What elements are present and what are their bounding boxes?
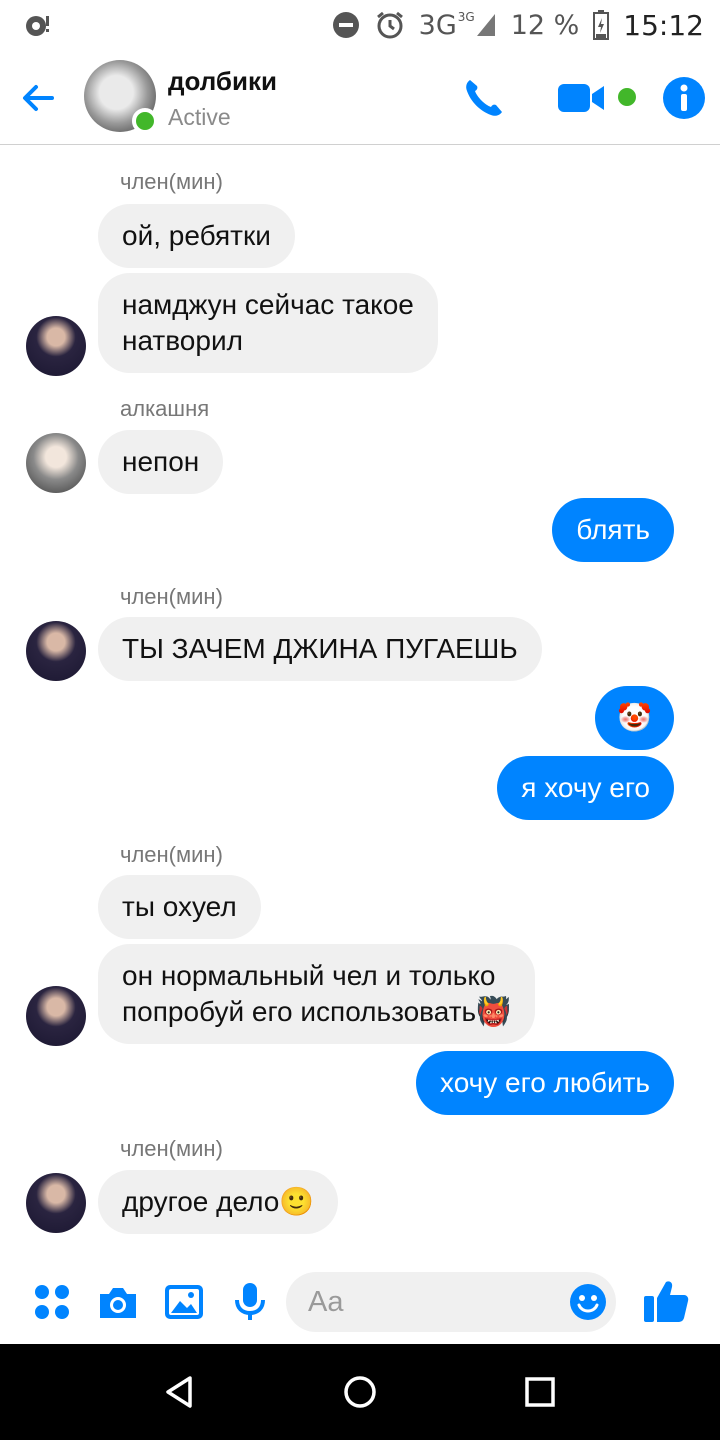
info-icon[interactable] [662, 76, 706, 120]
avatar[interactable] [26, 316, 86, 376]
video-icon[interactable] [556, 80, 606, 116]
outgoing-message[interactable]: я хочу его [497, 756, 674, 820]
message-text: другое дело [122, 1186, 280, 1217]
message-line: он нормальный чел и только [122, 960, 496, 991]
message-input[interactable]: Aa [286, 1272, 616, 1332]
composer-bar: Aa [0, 1262, 720, 1344]
network-indicator: 3G 3G [419, 10, 497, 41]
status-bar: 3G 3G 12 % 15:12 [0, 0, 720, 50]
home-nav-icon[interactable] [340, 1372, 380, 1412]
system-nav-bar [0, 1344, 720, 1440]
incoming-message[interactable]: намджун сейчас такое натворил [98, 273, 438, 373]
microphone-icon[interactable] [228, 1280, 272, 1324]
battery-icon [593, 10, 610, 40]
avatar[interactable] [26, 433, 86, 493]
conversation-status: Active [168, 104, 231, 130]
incoming-message[interactable]: непон [98, 430, 224, 494]
sender-name: алкашня [120, 396, 210, 421]
like-icon[interactable] [642, 1276, 690, 1324]
incoming-message[interactable]: другое дело🙂 [98, 1170, 339, 1234]
signal-icon [476, 13, 495, 36]
alarm-icon [376, 11, 403, 39]
message-line: натворил [122, 325, 243, 356]
emoji: 🙂 [279, 1185, 315, 1218]
sender-name: член(мин) [120, 584, 223, 609]
recents-nav-icon[interactable] [520, 1372, 560, 1412]
video-active-dot [618, 88, 636, 106]
conversation-header: долбики Active [0, 50, 720, 145]
conversation-title[interactable]: долбики [168, 66, 277, 97]
incoming-message[interactable]: ты охуел [98, 875, 261, 939]
sender-name: член(мин) [120, 169, 223, 194]
avatar[interactable] [26, 1173, 86, 1233]
back-nav-icon[interactable] [160, 1372, 200, 1412]
message-text: попробуй его использовать [122, 996, 477, 1027]
outgoing-message[interactable]: 🤡 [595, 686, 674, 750]
gallery-icon[interactable] [162, 1280, 206, 1324]
avatar[interactable] [26, 621, 86, 681]
camera-icon[interactable] [96, 1280, 140, 1324]
clock: 15:12 [623, 8, 704, 42]
sender-name: член(мин) [120, 1136, 223, 1161]
outgoing-message[interactable]: хочу его любить [416, 1051, 674, 1115]
message-line: попробуй его использовать👹 [122, 994, 511, 1030]
do-not-disturb-icon [332, 12, 359, 38]
incoming-message[interactable]: ой, ребятки [98, 204, 295, 268]
menu-dots-icon[interactable] [30, 1280, 74, 1324]
input-placeholder: Aa [308, 1286, 344, 1318]
message-line: намджун сейчас такое [122, 289, 414, 320]
sender-name: член(мин) [120, 842, 223, 867]
back-arrow-icon[interactable] [18, 78, 58, 118]
incoming-message[interactable]: ТЫ ЗАЧЕМ ДЖИНА ПУГАЕШЬ [98, 617, 542, 681]
notification-icon [26, 16, 49, 36]
incoming-message[interactable]: он нормальный чел и только попробуй его … [98, 944, 535, 1044]
outgoing-message[interactable]: блять [552, 498, 674, 562]
battery-percent: 12 % [510, 9, 580, 41]
online-indicator [132, 108, 158, 134]
emoji-icon[interactable] [568, 1282, 608, 1322]
phone-icon[interactable] [460, 74, 508, 122]
avatar[interactable] [26, 986, 86, 1046]
emoji: 👹 [476, 995, 511, 1028]
